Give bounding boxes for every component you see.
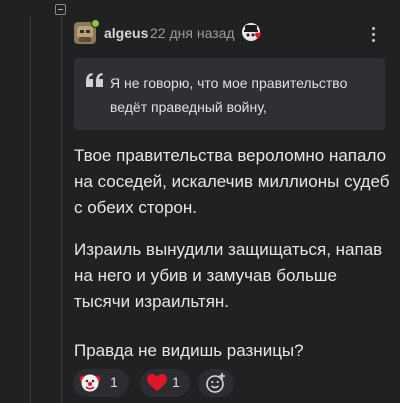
user-badge-icon[interactable] [241,21,263,43]
online-indicator [91,19,100,28]
reaction-count: 1 [110,374,118,390]
reaction-heart[interactable]: 1 [140,369,190,397]
reaction-count: 1 [172,374,180,390]
clown-icon [79,374,101,392]
comment-paragraph: Твое правительства вероломно напало на с… [74,146,390,217]
comment-header: algeus 22 дня назад [74,19,390,44]
comment-paragraph: Правда не видишь разницы? [74,341,304,360]
thread-line [61,16,62,403]
comment-paragraph: Израиль вынудили защищаться, напав на не… [74,240,383,311]
thread-line-outer [30,16,31,403]
heart-icon [147,374,167,391]
author-name[interactable]: algeus [104,25,148,41]
reaction-clown[interactable]: 1 [73,369,129,397]
quote-text: Я не говорю, что мое правительство ведёт… [110,75,348,115]
add-reaction-button[interactable] [198,369,234,397]
more-options-icon[interactable] [366,24,382,44]
quote-block: Я не говорю, что мое правительство ведёт… [74,58,385,130]
collapse-thread-button[interactable] [55,4,66,15]
comment-time[interactable]: 22 дня назад [150,25,235,41]
add-reaction-icon [206,373,225,393]
quote-icon [86,73,103,87]
